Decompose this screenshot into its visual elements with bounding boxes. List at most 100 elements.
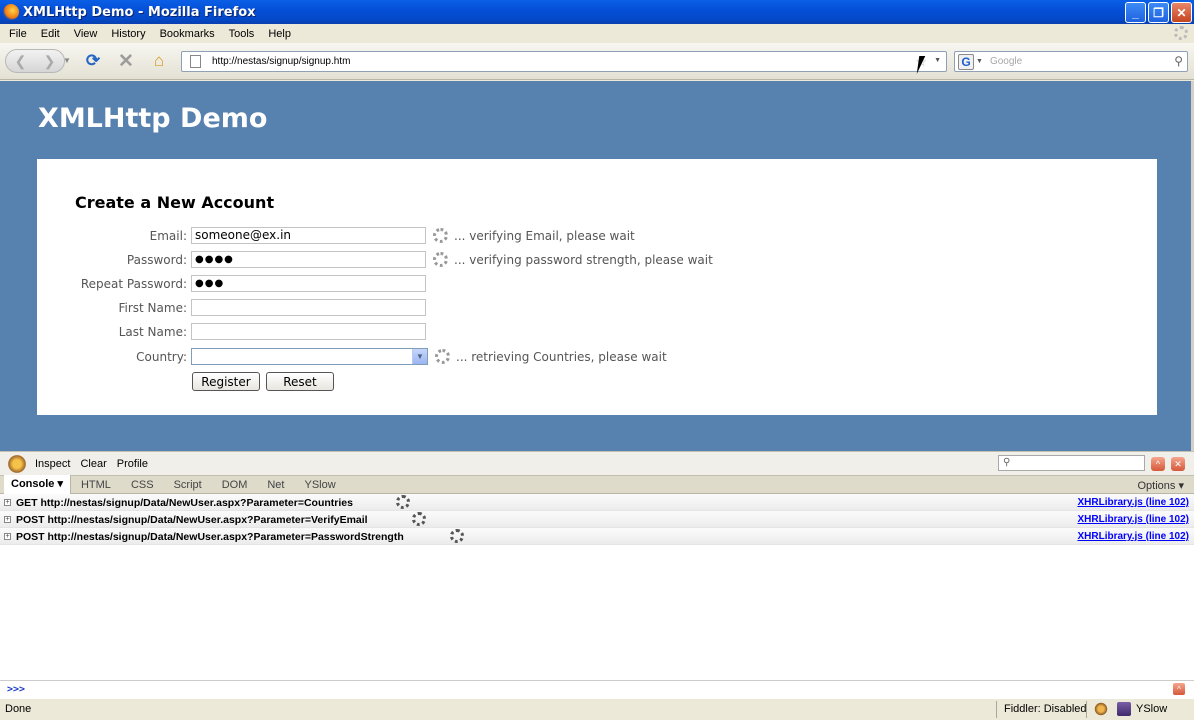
tab-console[interactable]: Console ▾: [4, 475, 71, 494]
firebug-search-input[interactable]: ⚲: [998, 455, 1145, 471]
firebug-minimize-icon[interactable]: ^: [1151, 457, 1165, 471]
chevron-down-icon[interactable]: ▼: [412, 349, 427, 364]
history-dropdown-icon[interactable]: ▼: [63, 56, 71, 65]
tab-net[interactable]: Net: [257, 479, 294, 491]
log-source-link[interactable]: XHRLibrary.js (line 102): [1077, 514, 1189, 525]
menu-edit[interactable]: Edit: [34, 28, 67, 40]
page-content: XMLHttp Demo Create a New Account Email:…: [0, 81, 1194, 451]
firebug-icon[interactable]: [7, 453, 27, 474]
profile-button[interactable]: Profile: [117, 458, 148, 470]
status-bar: Done Fiddler: Disabled YSlow: [0, 698, 1194, 720]
reload-icon[interactable]: ⟳: [83, 51, 103, 71]
engine-dropdown-icon[interactable]: ▼: [976, 58, 983, 65]
menu-file[interactable]: File: [2, 28, 34, 40]
country-select[interactable]: ▼: [191, 348, 428, 365]
tab-script[interactable]: Script: [164, 479, 212, 491]
tab-dom[interactable]: DOM: [212, 479, 258, 491]
url-bar[interactable]: http://nestas/signup/signup.htm ☆ ▼: [181, 51, 947, 72]
fiddler-status[interactable]: Fiddler: Disabled: [1004, 703, 1087, 715]
window-title: XMLHttp Demo - Mozilla Firefox: [23, 4, 256, 20]
last-name-label: Last Name:: [118, 325, 187, 339]
log-source-link[interactable]: XHRLibrary.js (line 102): [1077, 497, 1189, 508]
menu-history[interactable]: History: [104, 28, 152, 40]
menu-tools[interactable]: Tools: [222, 28, 262, 40]
loading-spinner-icon: [433, 228, 448, 243]
country-row: Country: ▼ ... retrieving Countries, ple…: [37, 347, 737, 367]
email-row: Email: someone@ex.in ... verifying Email…: [37, 226, 737, 246]
first-name-row: First Name:: [37, 298, 737, 318]
log-entry[interactable]: + POST http://nestas/signup/Data/NewUser…: [0, 528, 1194, 545]
status-text: Done: [5, 703, 32, 715]
email-status: ... verifying Email, please wait: [454, 229, 635, 243]
url-dropdown-icon[interactable]: ▼: [934, 57, 941, 64]
back-forward-buttons[interactable]: ❮ ❯: [5, 49, 65, 73]
status-separator: [996, 701, 997, 718]
minimize-button[interactable]: _: [1125, 2, 1146, 23]
search-icon[interactable]: ⚲: [1174, 54, 1183, 68]
firefox-logo-icon: [3, 4, 19, 20]
console-panel: + GET http://nestas/signup/Data/NewUser.…: [0, 494, 1194, 680]
loading-spinner-icon: [450, 529, 464, 543]
google-engine-icon[interactable]: G: [958, 53, 974, 70]
repeat-password-label: Repeat Password:: [80, 277, 187, 291]
repeat-password-row: Repeat Password: ●●●: [37, 274, 737, 294]
log-request[interactable]: POST http://nestas/signup/Data/NewUser.a…: [16, 531, 404, 543]
email-label: Email:: [149, 229, 187, 243]
expand-icon[interactable]: +: [4, 499, 11, 506]
tab-css[interactable]: CSS: [121, 479, 164, 491]
repeat-password-field[interactable]: ●●●: [191, 275, 426, 292]
search-input[interactable]: Google: [990, 56, 1022, 67]
expand-command-icon[interactable]: ^: [1173, 683, 1185, 695]
close-button[interactable]: ✕: [1171, 2, 1192, 23]
stop-icon[interactable]: ✕: [116, 51, 136, 72]
search-bar[interactable]: G ▼ Google ⚲: [954, 51, 1188, 72]
last-name-row: Last Name:: [37, 322, 737, 342]
tab-html[interactable]: HTML: [71, 479, 121, 491]
country-label: Country:: [136, 350, 187, 364]
last-name-field[interactable]: [191, 323, 426, 340]
log-source-link[interactable]: XHRLibrary.js (line 102): [1077, 531, 1189, 542]
signup-panel: Create a New Account Email: someone@ex.i…: [37, 159, 1157, 415]
first-name-field[interactable]: [191, 299, 426, 316]
menu-view[interactable]: View: [67, 28, 105, 40]
console-command-line[interactable]: >>> ^: [0, 680, 1194, 698]
password-row: Password: ●●●● ... verifying password st…: [37, 250, 737, 270]
menu-bookmarks[interactable]: Bookmarks: [153, 28, 222, 40]
log-request[interactable]: POST http://nestas/signup/Data/NewUser.a…: [16, 514, 368, 526]
forward-arrow-icon[interactable]: ❯: [44, 53, 56, 70]
first-name-label: First Name:: [118, 301, 187, 315]
reset-button[interactable]: Reset: [266, 372, 334, 391]
window-titlebar: XMLHttp Demo - Mozilla Firefox _ ❐ ✕: [0, 0, 1194, 24]
options-menu[interactable]: Options ▾: [1138, 479, 1185, 492]
expand-icon[interactable]: +: [4, 516, 11, 523]
page-title: XMLHttp Demo: [38, 103, 268, 134]
log-request[interactable]: GET http://nestas/signup/Data/NewUser.as…: [16, 497, 353, 509]
loading-spinner-icon: [433, 252, 448, 267]
yslow-status[interactable]: YSlow: [1136, 703, 1167, 715]
log-entry[interactable]: + GET http://nestas/signup/Data/NewUser.…: [0, 494, 1194, 511]
password-label: Password:: [126, 253, 187, 267]
menu-help[interactable]: Help: [261, 28, 298, 40]
loading-spinner-icon: [412, 512, 426, 526]
back-arrow-icon[interactable]: ❮: [15, 53, 27, 70]
yslow-icon[interactable]: [1117, 702, 1131, 716]
status-separator: [1086, 701, 1087, 718]
form-buttons-row: Register Reset: [37, 372, 737, 392]
mouse-cursor-icon: [916, 56, 932, 74]
search-icon: ⚲: [1003, 457, 1011, 468]
loading-spinner-icon: [396, 495, 410, 509]
maximize-button[interactable]: ❐: [1148, 2, 1169, 23]
expand-icon[interactable]: +: [4, 533, 11, 540]
clear-button[interactable]: Clear: [80, 458, 106, 470]
console-prompt: >>>: [7, 684, 26, 695]
firebug-close-icon[interactable]: ✕: [1171, 457, 1185, 471]
log-entry[interactable]: + POST http://nestas/signup/Data/NewUser…: [0, 511, 1194, 528]
password-field[interactable]: ●●●●: [191, 251, 426, 268]
register-button[interactable]: Register: [192, 372, 260, 391]
email-field[interactable]: someone@ex.in: [191, 227, 426, 244]
inspect-button[interactable]: Inspect: [35, 458, 70, 470]
url-text[interactable]: http://nestas/signup/signup.htm: [212, 56, 350, 67]
tab-yslow[interactable]: YSlow: [294, 479, 345, 491]
home-icon[interactable]: ⌂: [149, 51, 169, 71]
firebug-status-icon[interactable]: [1094, 702, 1108, 716]
